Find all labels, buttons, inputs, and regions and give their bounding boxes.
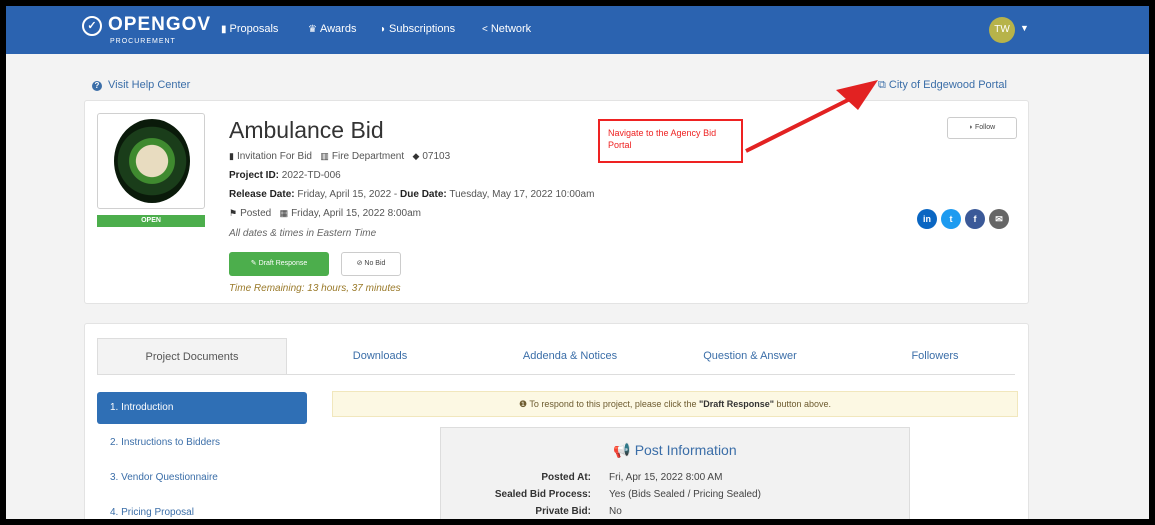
linkedin-icon[interactable]: in [917, 209, 937, 229]
help-center-link[interactable]: ? Visit Help Center [92, 79, 190, 91]
portal-label: City of Edgewood Portal [888, 79, 1007, 91]
bookmark-icon: ▮ [229, 151, 234, 161]
tab-addenda-notices[interactable]: Addenda & Notices [495, 338, 645, 374]
status-badge: OPEN [97, 215, 205, 227]
nav-network[interactable]: < Network [482, 23, 531, 35]
nav-subscriptions[interactable]: ◗ Subscriptions [380, 23, 455, 35]
document-icon: ▮ [221, 24, 227, 35]
logo-subtext: PROCUREMENT [110, 38, 176, 45]
tab-question-answer[interactable]: Question & Answer [675, 338, 825, 374]
facebook-icon[interactable]: f [965, 209, 985, 229]
no-bid-button[interactable]: ⊘ No Bid [341, 252, 401, 276]
flag-icon: ⚑ [229, 208, 238, 218]
private-bid-value: No [609, 506, 622, 517]
chevron-down-icon[interactable]: ▼ [1020, 23, 1029, 33]
project-tags: ▮ Invitation For Bid ▥ Fire Department ◆ 07… [229, 151, 450, 162]
posted-row: ⚑ Posted ▦ Friday, April 15, 2022 8:00am [229, 208, 421, 219]
project-documents-card: Project Documents Downloads Addenda & No… [84, 323, 1029, 519]
release-label: Release Date: [229, 189, 295, 200]
calendar-icon: ▦ [279, 208, 289, 218]
notice-prefix: To respond to this project, please click… [529, 399, 699, 409]
tab-followers[interactable]: Followers [875, 338, 995, 374]
post-info-title-text: Post Information [634, 442, 737, 458]
sealed-bid-value: Yes (Bids Sealed / Pricing Sealed) [609, 489, 761, 500]
rss-icon: ◗ [968, 124, 974, 131]
email-icon[interactable]: ✉ [989, 209, 1009, 229]
post-info-title: 📢 Post Information [441, 442, 909, 459]
project-id-row: Project ID: 2022-TD-006 [229, 170, 341, 181]
due-date: Tuesday, May 17, 2022 10:00am [449, 189, 595, 200]
nav-awards[interactable]: ♛ Awards [308, 23, 356, 35]
question-icon: ? [92, 81, 102, 91]
release-date: Friday, April 15, 2022 [297, 189, 392, 200]
help-label: Visit Help Center [108, 79, 191, 91]
bullhorn-icon: 📢 [613, 442, 631, 458]
tab-downloads[interactable]: Downloads [315, 338, 445, 374]
nav-proposals[interactable]: ▮ Proposals [221, 23, 278, 35]
tab-divider [97, 374, 1015, 375]
project-id: 2022-TD-006 [281, 170, 341, 181]
post-information-box: 📢 Post Information Posted At: Fri, Apr 1… [440, 427, 910, 519]
ban-icon: ⊘ [356, 260, 363, 267]
project-header-card: OPEN Ambulance Bid ▮ Invitation For Bid ▥… [84, 100, 1029, 304]
sidebar-item-introduction[interactable]: 1. Introduction [97, 392, 307, 424]
twitter-icon[interactable]: t [941, 209, 961, 229]
notice-bold: "Draft Response" [698, 399, 775, 409]
agency-portal-link[interactable]: ⧉ City of Edgewood Portal [878, 79, 1007, 92]
pencil-icon: ✎ [250, 260, 257, 267]
response-notice: ❶ To respond to this project, please cli… [332, 391, 1018, 417]
agency-seal-image [114, 119, 190, 203]
posted-label: Posted [240, 208, 272, 219]
building-icon: ▥ [320, 151, 329, 161]
due-label: Due Date: [400, 189, 447, 200]
nav-label: Awards [319, 23, 357, 35]
nav-label: Subscriptions [389, 23, 456, 35]
follow-label: Follow [974, 124, 996, 131]
project-id-label: Project ID: [229, 170, 280, 181]
project-code: 07103 [422, 151, 451, 162]
annotation-callout: Navigate to the Agency Bid Portal [598, 119, 743, 163]
opengov-logo-icon: ✓ [82, 16, 102, 36]
tag-icon: ◆ [412, 151, 420, 161]
browser-frame: ✓ OPENGOV PROCUREMENT ▮ Proposals ♛ Awards… [6, 6, 1149, 519]
timezone-note: All dates & times in Eastern Time [229, 228, 377, 239]
draft-response-button[interactable]: ✎ Draft Response [229, 252, 329, 276]
no-bid-label: No Bid [364, 260, 386, 267]
draft-response-label: Draft Response [258, 260, 308, 267]
agency-seal-frame [97, 113, 205, 209]
project-type: Invitation For Bid [236, 151, 312, 162]
share-icon: < [482, 24, 488, 35]
sealed-bid-label: Sealed Bid Process: [494, 489, 591, 500]
posted-at-label: Posted At: [541, 472, 591, 483]
project-title: Ambulance Bid [229, 117, 384, 143]
posted-at-value: Fri, Apr 15, 2022 8:00 AM [609, 472, 723, 483]
sidebar-item-instructions[interactable]: 2. Instructions to Bidders [97, 427, 307, 459]
external-link-icon: ⧉ [878, 79, 886, 91]
notice-suffix: button above. [774, 399, 832, 409]
sidebar-item-vendor-questionnaire[interactable]: 3. Vendor Questionnaire [97, 462, 307, 494]
dates-row: Release Date: Friday, April 15, 2022 - D… [229, 189, 595, 200]
info-icon: ❶ [518, 399, 528, 409]
follow-button[interactable]: ◗ Follow [947, 117, 1017, 139]
sidebar-item-pricing-proposal[interactable]: 4. Pricing Proposal [97, 497, 307, 519]
nav-label: Network [490, 23, 532, 35]
posted-date: Friday, April 15, 2022 8:00am [291, 208, 421, 219]
trophy-icon: ♛ [308, 24, 317, 35]
logo-text: OPENGOV [108, 14, 212, 35]
rss-icon: ◗ [380, 24, 387, 35]
top-navbar: ✓ OPENGOV PROCUREMENT ▮ Proposals ♛ Awards… [6, 6, 1149, 54]
user-avatar[interactable]: TW [989, 17, 1015, 43]
nav-label: Proposals [229, 23, 279, 35]
tab-project-documents[interactable]: Project Documents [97, 338, 287, 374]
time-remaining: Time Remaining: 13 hours, 37 minutes [229, 283, 401, 294]
private-bid-label: Private Bid: [535, 506, 591, 517]
project-department: Fire Department [331, 151, 405, 162]
